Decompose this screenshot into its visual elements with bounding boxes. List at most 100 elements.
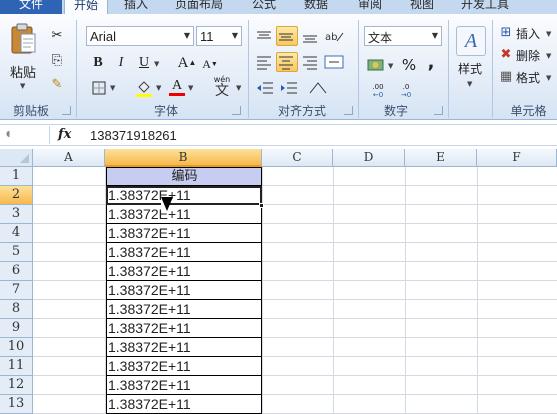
row-header-9[interactable]: 9 (0, 319, 33, 338)
tab-home[interactable]: 开始 (64, 0, 108, 14)
row-header-11[interactable]: 11 (0, 357, 33, 376)
row-header-12[interactable]: 12 (0, 376, 33, 395)
font-color-dropdown-icon[interactable]: ▼ (188, 84, 193, 92)
format-cells-icon[interactable]: ▦ (498, 68, 514, 84)
font-color-button[interactable]: A (168, 77, 186, 97)
styles-label[interactable]: 样式 (458, 60, 482, 77)
align-middle-button[interactable] (276, 26, 298, 46)
tab-formulas[interactable]: 公式 (244, 0, 284, 14)
tab-developer[interactable]: 开发工具 (454, 0, 516, 14)
phonetic-dropdown-icon[interactable]: ▼ (236, 84, 241, 92)
text-direction-button[interactable] (306, 78, 332, 98)
row-header-7[interactable]: 7 (0, 281, 33, 300)
align-center-button[interactable] (276, 52, 298, 72)
formula-input[interactable]: 138371918261 (90, 128, 177, 143)
worksheet-grid[interactable]: A B C D E F 1 2 3 4 5 6 7 8 9 10 11 12 13 编码 1.38372E… (0, 149, 557, 414)
paste-label[interactable]: 粘贴 (10, 62, 36, 81)
currency-button[interactable] (366, 56, 386, 74)
row-header-13[interactable]: 13 (0, 395, 33, 414)
column-header-e[interactable]: E (405, 149, 477, 167)
select-all-corner[interactable] (0, 149, 33, 167)
column-header-f[interactable]: F (477, 149, 557, 167)
row-header-4[interactable]: 4 (0, 224, 33, 243)
increase-decimal-button[interactable]: .00 ←0 (366, 82, 390, 100)
font-launcher-icon[interactable] (232, 106, 241, 115)
row-header-1[interactable]: 1 (0, 167, 33, 186)
alignment-launcher-icon[interactable] (344, 106, 353, 115)
borders-button[interactable] (90, 79, 108, 97)
column-header-c[interactable]: C (262, 149, 333, 167)
format-painter-icon[interactable]: ✎ (48, 75, 66, 93)
cell-b2[interactable]: 1.38372E+11 (106, 186, 262, 205)
tab-file[interactable]: 文件 (0, 0, 62, 14)
phonetic-button[interactable]: wén 文 (210, 76, 234, 99)
column-header-b[interactable]: B (105, 149, 262, 167)
cell-b3[interactable]: 1.38372E+11 (106, 205, 262, 224)
align-top-button[interactable] (254, 26, 274, 46)
cell-b11[interactable]: 1.38372E+11 (106, 357, 262, 376)
number-format-combo[interactable]: 文本 ▼ (364, 26, 442, 46)
tab-insert[interactable]: 插入 (116, 0, 156, 14)
merge-center-button[interactable] (322, 52, 350, 72)
cell-b1-header[interactable]: 编码 (106, 167, 262, 186)
align-bottom-button[interactable] (300, 26, 320, 46)
paste-button[interactable] (10, 22, 38, 56)
styles-button[interactable]: A (456, 26, 486, 56)
delete-dropdown-icon[interactable]: ▼ (546, 52, 551, 60)
cell-b7[interactable]: 1.38372E+11 (106, 281, 262, 300)
underline-dropdown-icon[interactable]: ▼ (154, 60, 159, 68)
name-box[interactable]: ◖ (0, 126, 50, 144)
insert-cells-icon[interactable]: ⊞ (498, 24, 514, 40)
cell-b8[interactable]: 1.38372E+11 (106, 300, 262, 319)
align-left-button[interactable] (254, 52, 274, 72)
insert-dropdown-icon[interactable]: ▼ (546, 30, 551, 38)
format-dropdown-icon[interactable]: ▼ (546, 74, 551, 82)
number-launcher-icon[interactable] (434, 106, 443, 115)
row-header-8[interactable]: 8 (0, 300, 33, 319)
column-header-d[interactable]: D (333, 149, 405, 167)
font-size-combo[interactable]: 11 ▼ (196, 26, 242, 46)
increase-indent-button[interactable] (278, 78, 300, 98)
percent-button[interactable]: % (400, 56, 418, 74)
comma-style-button[interactable]: , (424, 54, 438, 72)
orientation-button[interactable]: ab (322, 26, 350, 46)
underline-button[interactable]: U (136, 54, 152, 72)
cell-b10[interactable]: 1.38372E+11 (106, 338, 262, 357)
styles-dropdown-icon[interactable]: ▼ (467, 80, 472, 88)
grow-font-button[interactable]: A ▲ (178, 54, 197, 72)
bold-button[interactable]: B (90, 54, 106, 72)
row-header-5[interactable]: 5 (0, 243, 33, 262)
fill-color-dropdown-icon[interactable]: ▼ (156, 84, 161, 92)
clipboard-launcher-icon[interactable] (62, 106, 71, 115)
cut-icon[interactable]: ✂ (48, 26, 66, 44)
currency-dropdown-icon[interactable]: ▼ (388, 62, 393, 70)
tab-view[interactable]: 视图 (402, 0, 442, 14)
delete-cells-icon[interactable]: ✖ (498, 46, 514, 62)
cell-b5[interactable]: 1.38372E+11 (106, 243, 262, 262)
row-header-3[interactable]: 3 (0, 205, 33, 224)
row-header-10[interactable]: 10 (0, 338, 33, 357)
shrink-font-button[interactable]: A ▼ (202, 56, 218, 72)
tab-data[interactable]: 数据 (296, 0, 336, 14)
italic-button[interactable]: I (113, 54, 129, 72)
paste-dropdown-icon[interactable]: ▼ (20, 82, 25, 90)
row-header-2[interactable]: 2 (0, 186, 33, 205)
font-name-combo[interactable]: Arial ▼ (86, 26, 194, 46)
cell-b6[interactable]: 1.38372E+11 (106, 262, 262, 281)
cell-b13[interactable]: 1.38372E+11 (106, 395, 262, 414)
insert-function-button[interactable]: fx (58, 127, 71, 142)
decrease-indent-button[interactable] (254, 78, 276, 98)
row-header-6[interactable]: 6 (0, 262, 33, 281)
column-header-a[interactable]: A (33, 149, 105, 167)
decrease-decimal-button[interactable]: .0 →0 (394, 82, 418, 100)
insert-cells-button[interactable]: 插入 (516, 25, 540, 42)
tab-page-layout[interactable]: 页面布局 (168, 0, 230, 14)
cell-b9[interactable]: 1.38372E+11 (106, 319, 262, 338)
delete-cells-button[interactable]: 删除 (516, 47, 540, 64)
cell-b12[interactable]: 1.38372E+11 (106, 376, 262, 395)
tab-review[interactable]: 审阅 (350, 0, 390, 14)
align-right-button[interactable] (300, 52, 320, 72)
format-cells-button[interactable]: 格式 (516, 69, 540, 86)
copy-icon[interactable]: ⎘ (48, 51, 66, 69)
fill-handle[interactable] (259, 203, 264, 208)
